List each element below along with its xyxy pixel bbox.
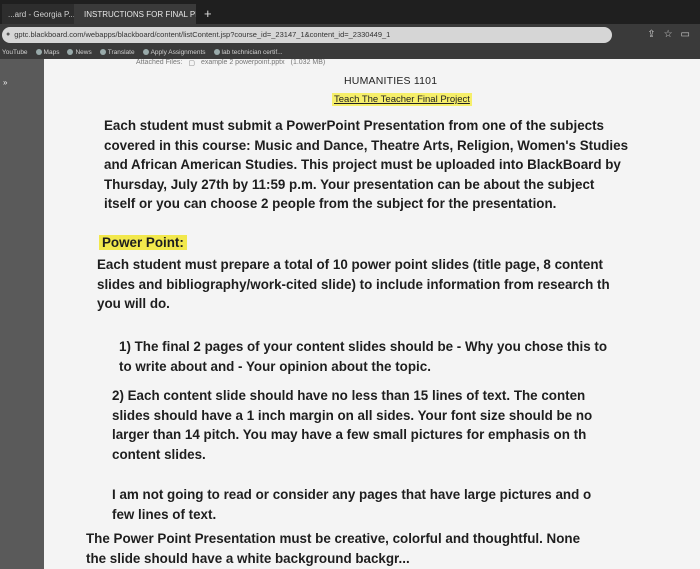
lock-icon: ● <box>6 31 11 38</box>
address-bar-icons: ⇪ ☆ ▭ <box>647 29 700 40</box>
translate-icon <box>99 49 106 55</box>
maps-icon <box>35 49 42 55</box>
document-title: HUMANITIES 1101 <box>344 75 438 87</box>
intro-paragraph: Each student must submit a PowerPoint Pr… <box>104 118 629 212</box>
attached-files-label: Attached Files: <box>136 59 183 66</box>
url-text: gptc.blackboard.com/webapps/blackboard/c… <box>14 30 391 39</box>
bookmark-item[interactable]: Maps <box>35 49 59 56</box>
attachment-size: (1.032 MB) <box>290 59 326 66</box>
list-item: 1) The final 2 pages of your content sli… <box>119 339 608 374</box>
list-item: 2) Each content slide should have no les… <box>112 388 593 462</box>
bookmark-item[interactable]: lab technician certif... <box>213 49 283 56</box>
tab-label: INSTRUCTIONS FOR FINAL PRO... <box>84 9 196 19</box>
address-bar[interactable]: ● gptc.blackboard.com/webapps/blackboard… <box>2 26 612 43</box>
content-area: Attached Files: ▢ example 2 powerpoint.p… <box>44 59 700 569</box>
share-icon[interactable]: ⇪ <box>647 29 655 40</box>
bookmarks-bar: YouTube Maps News Translate Apply Assign… <box>0 45 700 59</box>
sidebar-icon[interactable]: ▭ <box>681 29 690 40</box>
attached-files: Attached Files: ▢ example 2 powerpoint.p… <box>136 59 325 67</box>
browser-tab-strip: ...ard - Georgia P... × INSTRUCTIONS FOR… <box>0 0 700 24</box>
closing-paragraph: The Power Point Presentation must be cre… <box>86 531 581 566</box>
address-bar-row: ● gptc.blackboard.com/webapps/blackboard… <box>0 24 700 45</box>
section-heading: Power Point: <box>99 235 187 250</box>
star-icon[interactable]: ☆ <box>664 29 673 40</box>
browser-tab-active[interactable]: INSTRUCTIONS FOR FINAL PRO... × <box>74 4 196 24</box>
news-icon <box>67 49 74 55</box>
attachment-link[interactable]: example 2 powerpoint.pptx <box>201 59 285 67</box>
browser-tab[interactable]: ...ard - Georgia P... × <box>2 4 74 24</box>
bookmark-item[interactable]: YouTube <box>2 49 28 56</box>
bookmark-item[interactable]: Apply Assignments <box>142 49 206 56</box>
new-tab-button[interactable]: + <box>196 4 220 24</box>
course-menu-strip: » <box>0 59 44 569</box>
menu-toggle-icon[interactable]: » <box>3 78 7 87</box>
bookmark-item[interactable]: Translate <box>99 49 135 56</box>
tab-label: ...ard - Georgia P... <box>8 9 74 19</box>
warning-paragraph: I am not going to read or consider any p… <box>112 487 592 522</box>
word-icon <box>213 49 220 55</box>
bookmark-item[interactable]: News <box>67 49 92 56</box>
document-subtitle: Teach The Teacher Final Project <box>332 93 472 106</box>
file-icon: ▢ <box>188 60 195 67</box>
mail-icon <box>142 49 149 55</box>
powerpoint-paragraph: Each student must prepare a total of 10 … <box>97 257 610 312</box>
